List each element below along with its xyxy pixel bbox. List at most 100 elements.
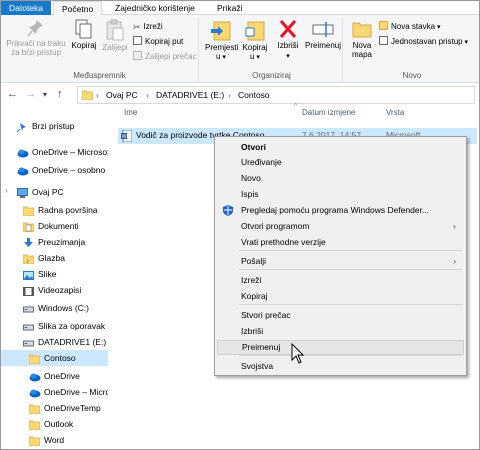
ribbon-tabs: Datoteka Početno Zajedničko korištenje P… xyxy=(1,1,479,16)
nav-item[interactable]: OneDrive xyxy=(1,368,108,384)
menu-separator xyxy=(239,250,462,251)
clipboard-group: Prikvači na traku za brzi pristup Kopira… xyxy=(1,17,199,81)
menu-open[interactable]: Otvori xyxy=(217,140,464,155)
menu-item-label: Svojstva xyxy=(241,361,274,371)
recent-locations-chevron-icon[interactable]: ▾ xyxy=(43,90,47,99)
sort-chevron-icon: ^ xyxy=(294,103,298,110)
nav-item[interactable]: Contoso xyxy=(1,350,108,366)
nav-item[interactable]: Windows (C:) xyxy=(1,300,108,316)
column-header-name[interactable]: Ime xyxy=(124,108,137,122)
menu-item-label: Izbriši xyxy=(241,326,264,336)
nav-item[interactable]: Ovaj PC xyxy=(1,184,108,200)
menu-properties[interactable]: Svojstva xyxy=(217,359,464,374)
move-to-button[interactable]: Premjesti u ▾ xyxy=(205,19,238,62)
menu-rename[interactable]: Preimenuj xyxy=(217,340,464,355)
copy-button[interactable]: Kopiraj xyxy=(71,19,97,50)
submenu-arrow-icon: › xyxy=(453,256,456,266)
copy-path-icon xyxy=(133,36,142,45)
menu-item-label: Uređivanje xyxy=(241,157,282,167)
paste-button[interactable]: Zalijepi xyxy=(101,19,129,52)
breadcrumb-separator-icon: › xyxy=(146,90,149,100)
menu-item-label: Preimenuj xyxy=(242,342,281,352)
new-item-button[interactable]: Nova stavka ▾ xyxy=(379,21,441,33)
nav-item[interactable]: Outlook xyxy=(1,416,108,432)
tab-view[interactable]: Prikaži xyxy=(209,1,251,15)
svg-text:W: W xyxy=(122,134,127,140)
delete-x-icon xyxy=(279,20,297,38)
nav-item[interactable]: OneDrive – osobno xyxy=(1,162,108,178)
onedrive-icon xyxy=(29,387,41,398)
menu-send-to[interactable]: Pošalji › xyxy=(217,254,464,269)
menu-copy[interactable]: Kopiraj xyxy=(217,289,464,304)
cut-button[interactable]: ✂ Izreži xyxy=(133,21,163,33)
menu-new[interactable]: Novo xyxy=(217,171,464,186)
tab-share[interactable]: Zajedničko korištenje xyxy=(107,1,203,15)
menu-separator xyxy=(239,304,462,305)
nav-item-label: Glazba xyxy=(38,253,65,263)
paste-shortcut-button[interactable]: Zalijepi prečac xyxy=(133,51,197,63)
rename-button[interactable]: Preimenuj xyxy=(305,19,341,50)
breadcrumb-datadrive[interactable]: DATADRIVE1 (E:) xyxy=(156,90,224,100)
column-header-type[interactable]: Vrsta xyxy=(386,108,404,122)
folder-icon xyxy=(28,435,41,447)
nav-item-label: Contoso xyxy=(44,353,76,363)
copy-to-button[interactable]: Kopiraj u ▾ xyxy=(241,19,269,62)
nav-item-label: OneDrive – osobno xyxy=(32,165,106,175)
breadcrumb-this-pc[interactable]: Ovaj PC xyxy=(106,90,138,100)
up-arrow-icon[interactable]: ↑ xyxy=(57,88,63,100)
copy-path-button[interactable]: Kopiraj put xyxy=(133,36,183,48)
menu-cut[interactable]: Izreži xyxy=(217,273,464,288)
nav-item-label: Ovaj PC xyxy=(32,187,64,197)
tab-file[interactable]: Datoteka xyxy=(1,1,51,15)
nav-item[interactable]: Radna površina xyxy=(1,202,108,218)
nav-item[interactable]: OneDrive – Microsoft xyxy=(1,384,108,400)
easy-access-button[interactable]: Jednostavan pristup ▾ xyxy=(379,36,468,48)
nav-item[interactable]: Preuzimanja xyxy=(1,234,108,250)
nav-item[interactable]: Word xyxy=(1,432,108,448)
menu-item-label: Ispis xyxy=(241,189,259,199)
menu-item-label: Otvori xyxy=(241,142,267,152)
pin-quick-access-button[interactable]: Prikvači na traku za brzi pristup xyxy=(5,19,67,57)
nav-item-label: OneDrive – Microsoft xyxy=(44,387,108,397)
clipboard-group-label: Međuspremnik xyxy=(73,71,126,80)
nav-item[interactable]: ♪ Glazba xyxy=(1,250,108,266)
new-folder-button[interactable]: Nova mapa xyxy=(349,19,375,59)
easy-access-icon xyxy=(379,36,388,45)
delete-button[interactable]: Izbriši ▾ xyxy=(275,19,301,61)
rename-icon xyxy=(312,22,334,37)
menu-edit[interactable]: Uređivanje xyxy=(217,155,464,170)
download-icon xyxy=(23,237,33,247)
new-group-label: Novo xyxy=(402,71,422,80)
nav-item[interactable]: Dokumenti xyxy=(1,218,108,234)
menu-separator xyxy=(239,269,462,270)
nav-item[interactable]: Brzi pristup xyxy=(1,118,108,134)
menu-print[interactable]: Ispis xyxy=(217,187,464,202)
nav-item[interactable]: DATADRIVE1 (E:) xyxy=(1,334,108,350)
menu-item-label: Vrati prethodne verzije xyxy=(241,237,326,247)
menu-item-label: Stvori prečac xyxy=(241,310,291,320)
menu-defender-scan[interactable]: Pregledaj pomoću programa Windows Defend… xyxy=(217,203,464,218)
column-header-date[interactable]: Datum izmjene xyxy=(302,108,355,122)
menu-item-label: Pregledaj pomoću programa Windows Defend… xyxy=(241,205,430,215)
nav-item-label: Dokumenti xyxy=(38,221,79,231)
tab-home[interactable]: Početno xyxy=(53,1,103,16)
nav-item[interactable]: OneDriveTemp xyxy=(1,400,108,416)
menu-item-label: Pošalji xyxy=(241,256,267,266)
menu-separator xyxy=(239,355,462,356)
breadcrumb-contoso[interactable]: Contoso xyxy=(238,90,270,100)
address-bar[interactable]: › Ovaj PC › DATADRIVE1 (E:) › Contoso xyxy=(77,86,475,104)
new-folder-icon xyxy=(352,22,372,38)
folder-icon xyxy=(82,90,93,100)
menu-restore-versions[interactable]: Vrati prethodne verzije xyxy=(217,235,464,250)
back-arrow-icon[interactable]: ← xyxy=(7,88,18,100)
nav-item[interactable]: Videozapisi xyxy=(1,282,108,298)
nav-item-label: Windows (C:) xyxy=(38,303,90,313)
expand-chevron-icon[interactable]: › xyxy=(5,186,8,195)
nav-item[interactable]: Slika za oporavak sustava xyxy=(1,318,108,334)
forward-arrow-icon[interactable]: → xyxy=(25,88,36,100)
menu-open-with[interactable]: Otvori programom › xyxy=(217,219,464,234)
menu-delete[interactable]: Izbriši xyxy=(217,324,464,339)
menu-create-shortcut[interactable]: Stvori prečac xyxy=(217,308,464,323)
nav-item[interactable]: Slike xyxy=(1,266,108,282)
nav-item[interactable]: OneDrive – Microsoft xyxy=(1,144,108,160)
